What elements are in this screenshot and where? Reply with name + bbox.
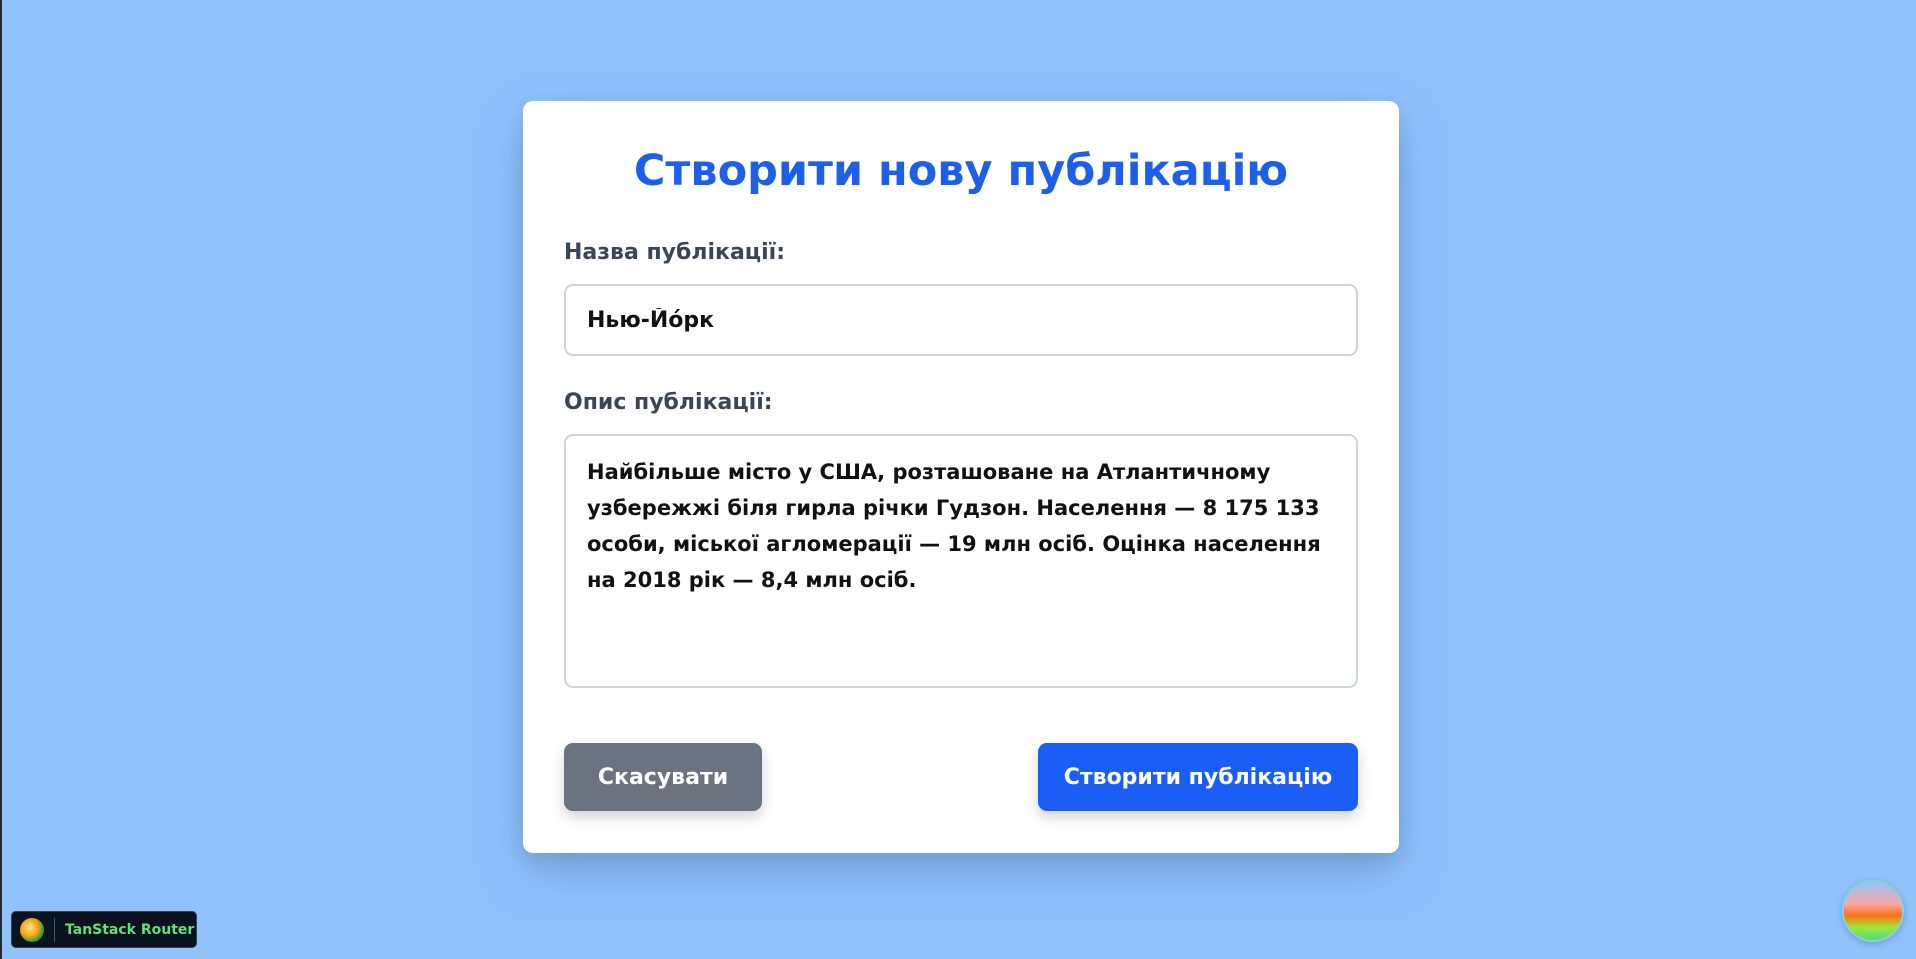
post-description-label: Опис публікації: (564, 390, 773, 415)
query-devtools-icon[interactable] (1842, 880, 1904, 942)
window-edge (0, 0, 2, 959)
devtools-divider (54, 917, 55, 942)
tanstack-logo-icon (20, 917, 44, 942)
devtools-label: TanStack Router (65, 921, 195, 938)
create-post-button[interactable]: Створити публікацію (1038, 743, 1358, 811)
post-name-input[interactable] (564, 284, 1358, 356)
cancel-button[interactable]: Скасувати (564, 743, 762, 811)
post-description-textarea[interactable]: Найбільше місто у США, розташоване на Ат… (564, 434, 1358, 688)
create-post-card: Створити нову публікацію Назва публікаці… (523, 101, 1399, 853)
tanstack-router-devtools-button[interactable]: TanStack Router (11, 911, 197, 948)
page-title: Створити нову публікацію (633, 146, 1289, 196)
post-name-label: Назва публікації: (564, 240, 785, 265)
